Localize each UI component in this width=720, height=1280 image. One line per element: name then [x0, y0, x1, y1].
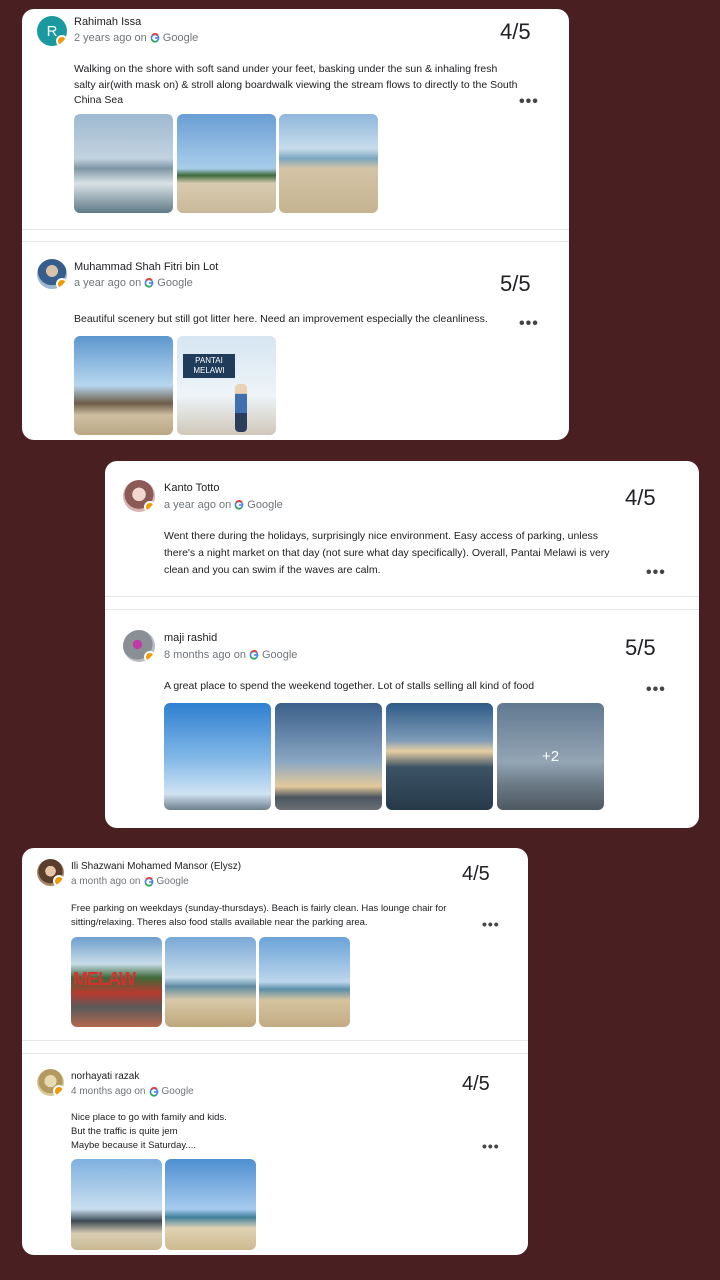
review-photo[interactable] — [275, 703, 382, 810]
avatar[interactable] — [37, 1069, 64, 1096]
photo-sign-text: MELAW — [73, 969, 136, 989]
review-photo[interactable] — [279, 114, 378, 213]
person-figure — [235, 384, 247, 432]
google-g-icon — [144, 876, 153, 887]
review-meta: a month ago on Google — [71, 876, 189, 887]
local-guide-badge-icon — [144, 501, 155, 512]
more-photos-count[interactable]: +2 — [497, 703, 604, 810]
review-meta: a year ago on Google — [74, 277, 193, 289]
source-label: Google — [162, 32, 199, 44]
source-label: Google — [161, 1086, 194, 1097]
divider — [22, 229, 569, 230]
review-meta: 4 months ago on Google — [71, 1086, 194, 1097]
review-photo[interactable] — [74, 336, 173, 435]
review-photo[interactable] — [165, 1159, 256, 1250]
review-card-3: Ili Shazwani Mohamed Mansor (Elysz) a mo… — [22, 848, 528, 1255]
author-name[interactable]: Muhammad Shah Fitri bin Lot — [74, 261, 218, 273]
review-time: 2 years ago on — [74, 32, 147, 44]
review-text: Nice place to go with family and kids. B… — [71, 1112, 227, 1151]
review-meta: 8 months ago on Google — [164, 649, 297, 661]
review-maji: maji rashid 8 months ago on Google 5/5 A… — [105, 611, 699, 828]
local-guide-badge-icon — [53, 1085, 64, 1096]
review-muhammad: Muhammad Shah Fitri bin Lot a year ago o… — [22, 249, 569, 440]
review-photo[interactable]: +2 — [497, 703, 604, 810]
local-guide-badge-icon — [53, 875, 64, 886]
review-text: Free parking on weekdays (sunday-thursda… — [71, 903, 447, 928]
review-photo[interactable] — [177, 114, 276, 213]
source-label: Google — [157, 277, 193, 289]
review-time: a year ago on — [164, 499, 232, 511]
google-g-icon — [150, 33, 160, 43]
review-text: Went there during the holidays, surprisi… — [164, 530, 610, 576]
author-name[interactable]: Kanto Totto — [164, 482, 219, 494]
author-name[interactable]: norhayati razak — [71, 1071, 139, 1082]
photo-sign-text: PANTAI MELAWI — [183, 354, 235, 378]
local-guide-badge-icon — [56, 278, 67, 289]
more-options-button[interactable]: ••• — [482, 916, 500, 932]
divider — [22, 1053, 528, 1054]
google-g-icon — [234, 500, 244, 510]
rating: 4/5 — [500, 19, 531, 44]
review-kanto: Kanto Totto a year ago on Google 4/5 Wen… — [105, 461, 699, 596]
avatar[interactable] — [123, 630, 155, 662]
review-norhayati: norhayati razak 4 months ago on Google 4… — [22, 1056, 528, 1255]
avatar[interactable]: R — [37, 16, 67, 46]
review-photo[interactable] — [74, 114, 173, 213]
review-time: 8 months ago on — [164, 649, 246, 661]
review-photo[interactable]: MELAW — [71, 937, 162, 1027]
review-photo[interactable] — [386, 703, 493, 810]
review-photo[interactable] — [71, 1159, 162, 1250]
more-options-button[interactable]: ••• — [646, 681, 666, 699]
avatar[interactable] — [37, 259, 67, 289]
review-photo[interactable] — [165, 937, 256, 1027]
google-g-icon — [149, 1086, 158, 1097]
review-photo[interactable] — [259, 937, 350, 1027]
avatar[interactable] — [37, 859, 64, 886]
review-photo[interactable]: PANTAI MELAWI — [177, 336, 276, 435]
review-meta: a year ago on Google — [164, 499, 283, 511]
divider — [22, 1040, 528, 1041]
review-card-1: R Rahimah Issa 2 years ago on Google 4/5… — [22, 9, 569, 440]
review-rahimah: R Rahimah Issa 2 years ago on Google 4/5… — [22, 9, 569, 229]
more-options-button[interactable]: ••• — [646, 564, 666, 582]
author-name[interactable]: maji rashid — [164, 632, 217, 644]
author-name[interactable]: Rahimah Issa — [74, 16, 141, 28]
divider — [105, 609, 699, 610]
google-g-icon — [144, 278, 154, 288]
source-label: Google — [247, 499, 283, 511]
more-options-button[interactable]: ••• — [482, 1138, 500, 1154]
rating: 4/5 — [625, 485, 656, 510]
review-text: Walking on the shore with soft sand unde… — [74, 63, 518, 106]
local-guide-badge-icon — [144, 651, 155, 662]
divider — [105, 596, 699, 597]
rating: 4/5 — [462, 863, 490, 885]
more-options-button[interactable]: ••• — [519, 93, 539, 111]
review-card-2: Kanto Totto a year ago on Google 4/5 Wen… — [105, 461, 699, 828]
review-text: A great place to spend the weekend toget… — [164, 680, 535, 692]
more-options-button[interactable]: ••• — [519, 315, 539, 333]
review-time: a year ago on — [74, 277, 142, 289]
source-label: Google — [156, 876, 189, 887]
review-time: 4 months ago on — [71, 1086, 146, 1097]
rating: 4/5 — [462, 1073, 490, 1095]
review-ili: Ili Shazwani Mohamed Mansor (Elysz) a mo… — [22, 848, 528, 1040]
divider — [22, 241, 569, 242]
rating: 5/5 — [500, 271, 531, 296]
review-meta: 2 years ago on Google — [74, 32, 198, 44]
rating: 5/5 — [625, 635, 656, 660]
google-g-icon — [249, 650, 259, 660]
source-label: Google — [261, 649, 298, 661]
review-photo[interactable] — [164, 703, 271, 810]
review-time: a month ago on — [71, 876, 141, 887]
avatar[interactable] — [123, 480, 155, 512]
review-text: Beautiful scenery but still got litter h… — [74, 313, 488, 325]
local-guide-badge-icon — [56, 35, 67, 46]
author-name[interactable]: Ili Shazwani Mohamed Mansor (Elysz) — [71, 861, 241, 872]
